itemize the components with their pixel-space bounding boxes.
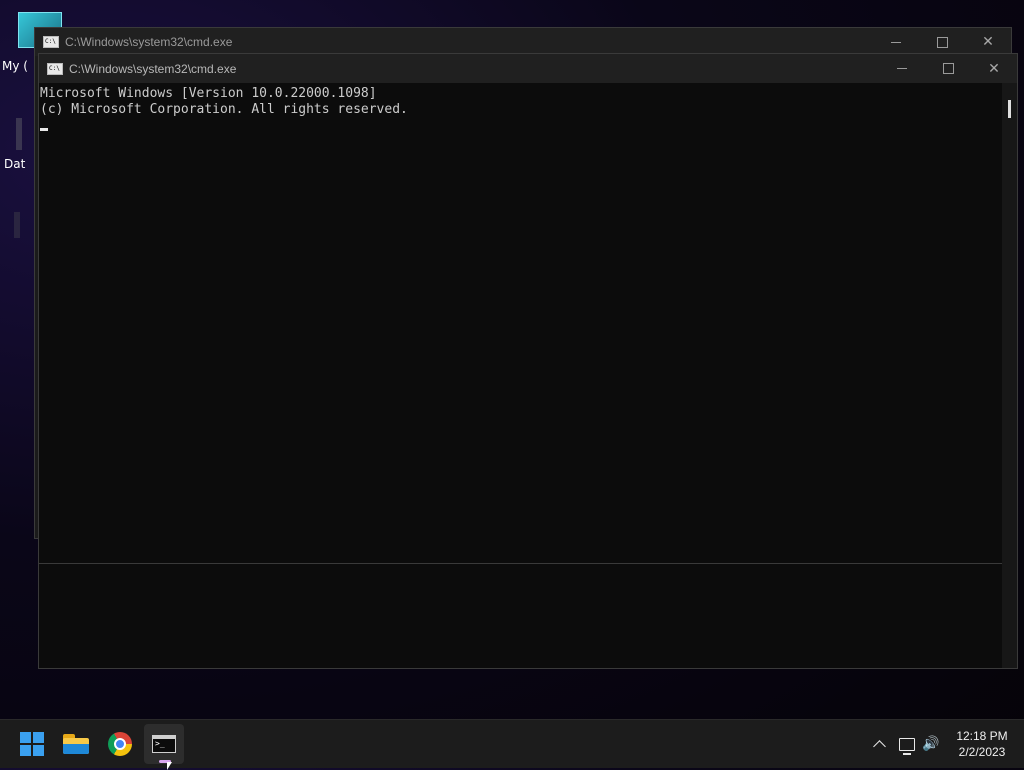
window-controls [873,28,1011,56]
title-bar[interactable]: C:\Windows\system32\cmd.exe [35,28,1011,56]
volume-button[interactable]: 🔊 [920,720,942,768]
network-icon [899,737,915,755]
cmd-icon [47,62,63,75]
chrome-icon [108,732,132,756]
minimize-button[interactable] [879,54,925,83]
text-cursor [40,128,48,131]
window-controls [879,54,1017,83]
cmd-window[interactable]: C:\Windows\system32\cmd.exe Microsoft Wi… [38,53,1018,669]
taskbar: 🔊 12:18 PM 2/2/2023 [0,719,1024,768]
folder-icon [63,734,89,754]
mouse-pointer [167,762,172,770]
console-output[interactable]: Microsoft Windows [Version 10.0.22000.10… [39,83,1002,668]
close-button[interactable] [965,28,1011,56]
close-button[interactable] [971,54,1017,83]
minimize-button[interactable] [873,28,919,56]
maximize-button[interactable] [919,28,965,56]
chevron-up-icon [872,740,886,753]
window-title: C:\Windows\system32\cmd.exe [65,35,233,49]
windows-logo-icon [20,732,44,756]
maximize-button[interactable] [925,54,971,83]
volume-icon: 🔊 [922,736,940,752]
console-line: Microsoft Windows [Version 10.0.22000.10… [40,86,377,101]
vertical-scrollbar[interactable] [1002,83,1017,668]
network-button[interactable] [897,720,917,768]
window-title: C:\Windows\system32\cmd.exe [69,61,237,76]
console-divider [39,563,1002,564]
show-hidden-icons-button[interactable] [868,720,890,768]
start-button[interactable] [12,724,52,764]
title-bar[interactable]: C:\Windows\system32\cmd.exe [39,54,1017,83]
clock-date: 2/2/2023 [958,745,1006,759]
clock-time: 12:18 PM [956,729,1008,743]
taskbar-chrome[interactable] [100,724,140,764]
desktop-icon-label: Dat [4,157,26,171]
taskbar-clock[interactable]: 12:18 PM 2/2/2023 [950,720,1014,768]
taskbar-file-explorer[interactable] [56,724,96,764]
cmd-icon [43,36,59,48]
console-line: (c) Microsoft Corporation. All rights re… [40,102,408,117]
desktop-icon-partial[interactable] [16,118,22,150]
desktop-icon-partial[interactable] [14,212,20,238]
taskbar-command-prompt[interactable] [144,724,184,764]
cmd-icon [152,735,176,753]
desktop-icon-label: My ( [2,59,28,73]
scrollbar-thumb[interactable] [1008,100,1011,118]
